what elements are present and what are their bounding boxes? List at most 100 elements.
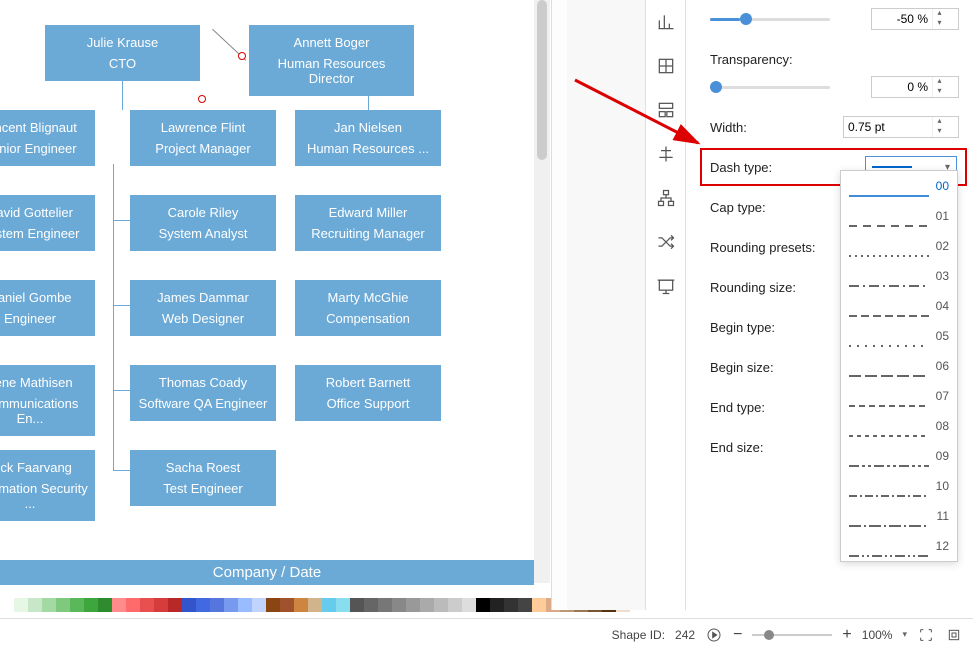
width-spinner[interactable]: ▴▾ (843, 116, 959, 138)
org-node-jan[interactable]: Jan Nielsen Human Resources ... (295, 110, 441, 166)
color-swatch[interactable] (406, 598, 420, 612)
color-swatch[interactable] (112, 598, 126, 612)
org-node-vincent[interactable]: Vincent Blignaut Senior Engineer (0, 110, 95, 166)
zoom-slider[interactable] (752, 627, 832, 643)
color-swatch[interactable] (434, 598, 448, 612)
fit-width-icon[interactable] (917, 626, 935, 644)
zoom-out-button[interactable]: − (733, 626, 742, 644)
layout-icon[interactable] (646, 88, 686, 132)
color-swatch[interactable] (280, 598, 294, 612)
transparency-input[interactable] (872, 80, 932, 94)
dash-option-09[interactable]: 09 (841, 441, 957, 471)
color-swatch[interactable] (336, 598, 350, 612)
color-swatch[interactable] (266, 598, 280, 612)
transparency-spinner[interactable]: ▴▾ (871, 76, 959, 98)
color-palette[interactable] (0, 598, 640, 612)
presentation-icon[interactable] (646, 264, 686, 308)
org-node-marty[interactable]: Marty McGhie Compensation (295, 280, 441, 336)
color-swatch[interactable] (56, 598, 70, 612)
color-swatch[interactable] (476, 598, 490, 612)
color-swatch[interactable] (70, 598, 84, 612)
chart-icon[interactable] (646, 0, 686, 44)
dash-option-05[interactable]: 05 (841, 321, 957, 351)
org-node-robert[interactable]: Robert Barnett Office Support (295, 365, 441, 421)
org-node-thomas[interactable]: Thomas Coady Software QA Engineer (130, 365, 276, 421)
dash-option-03[interactable]: 03 (841, 261, 957, 291)
color-swatch[interactable] (294, 598, 308, 612)
color-swatch[interactable] (98, 598, 112, 612)
org-node-james[interactable]: James Dammar Web Designer (130, 280, 276, 336)
color-swatch[interactable] (126, 598, 140, 612)
color-swatch[interactable] (364, 598, 378, 612)
dash-option-04[interactable]: 04 (841, 291, 957, 321)
color-swatch[interactable] (504, 598, 518, 612)
color-swatch[interactable] (392, 598, 406, 612)
dash-option-07[interactable]: 07 (841, 381, 957, 411)
chevron-down-icon[interactable]: ▾ (902, 629, 907, 640)
color-swatch[interactable] (350, 598, 364, 612)
dash-option-00[interactable]: 00 (841, 171, 957, 201)
shuffle-icon[interactable] (646, 220, 686, 264)
canvas[interactable]: Julie Krause CTO Annett Boger Human Reso… (0, 0, 534, 560)
org-node-daniel[interactable]: Daniel Gombe Engineer (0, 280, 95, 336)
color-swatch[interactable] (14, 598, 28, 612)
align-icon[interactable] (646, 132, 686, 176)
scroll-thumb[interactable] (537, 0, 547, 160)
slider-1[interactable] (710, 10, 830, 28)
color-swatch[interactable] (182, 598, 196, 612)
color-swatch[interactable] (28, 598, 42, 612)
spinner-down[interactable]: ▾ (933, 127, 946, 137)
dash-option-02[interactable]: 02 (841, 231, 957, 261)
color-swatch[interactable] (532, 598, 546, 612)
org-node-carole[interactable]: Carole Riley System Analyst (130, 195, 276, 251)
color-swatch[interactable] (0, 598, 14, 612)
color-swatch[interactable] (308, 598, 322, 612)
org-node-nick[interactable]: Nick Faarvang Information Security ... (0, 450, 95, 521)
play-icon[interactable] (705, 626, 723, 644)
spinner-down[interactable]: ▾ (933, 19, 946, 29)
color-swatch[interactable] (84, 598, 98, 612)
transparency-slider[interactable] (710, 78, 830, 96)
color-swatch[interactable] (462, 598, 476, 612)
color-swatch[interactable] (448, 598, 462, 612)
zoom-in-button[interactable]: + (842, 626, 851, 644)
grid-icon[interactable] (646, 44, 686, 88)
color-swatch[interactable] (252, 598, 266, 612)
color-swatch[interactable] (322, 598, 336, 612)
slider-1-spinner[interactable]: ▴▾ (871, 8, 959, 30)
color-swatch[interactable] (210, 598, 224, 612)
org-node-david[interactable]: David Gottelier System Engineer (0, 195, 95, 251)
dash-option-11[interactable]: 11 (841, 501, 957, 531)
color-swatch[interactable] (196, 598, 210, 612)
dash-option-12[interactable]: 12 (841, 531, 957, 561)
org-node-sacha[interactable]: Sacha Roest Test Engineer (130, 450, 276, 506)
spinner-down[interactable]: ▾ (933, 87, 946, 97)
org-node-edward[interactable]: Edward Miller Recruiting Manager (295, 195, 441, 251)
color-swatch[interactable] (238, 598, 252, 612)
slider-1-input[interactable] (872, 12, 932, 26)
hierarchy-icon[interactable] (646, 176, 686, 220)
vertical-scrollbar[interactable] (534, 0, 550, 583)
color-swatch[interactable] (168, 598, 182, 612)
width-input[interactable] (844, 120, 932, 134)
color-swatch[interactable] (224, 598, 238, 612)
dash-option-01[interactable]: 01 (841, 201, 957, 231)
org-node-lawrence[interactable]: Lawrence Flint Project Manager (130, 110, 276, 166)
color-swatch[interactable] (140, 598, 154, 612)
org-node-lene[interactable]: Lene Mathisen Communications En... (0, 365, 95, 436)
node-name: Sacha Roest (136, 460, 270, 475)
color-swatch[interactable] (42, 598, 56, 612)
color-swatch[interactable] (518, 598, 532, 612)
org-node-julie[interactable]: Julie Krause CTO (45, 25, 200, 81)
dash-option-06[interactable]: 06 (841, 351, 957, 381)
color-swatch[interactable] (378, 598, 392, 612)
color-swatch[interactable] (420, 598, 434, 612)
dash-option-10[interactable]: 10 (841, 471, 957, 501)
color-swatch[interactable] (490, 598, 504, 612)
dash-dropdown[interactable]: 00010203040506070809101112 (840, 170, 958, 562)
connector-handle-start[interactable] (238, 52, 246, 60)
fit-page-icon[interactable] (945, 626, 963, 644)
connector-handle-end[interactable] (198, 95, 206, 103)
dash-option-08[interactable]: 08 (841, 411, 957, 441)
color-swatch[interactable] (154, 598, 168, 612)
